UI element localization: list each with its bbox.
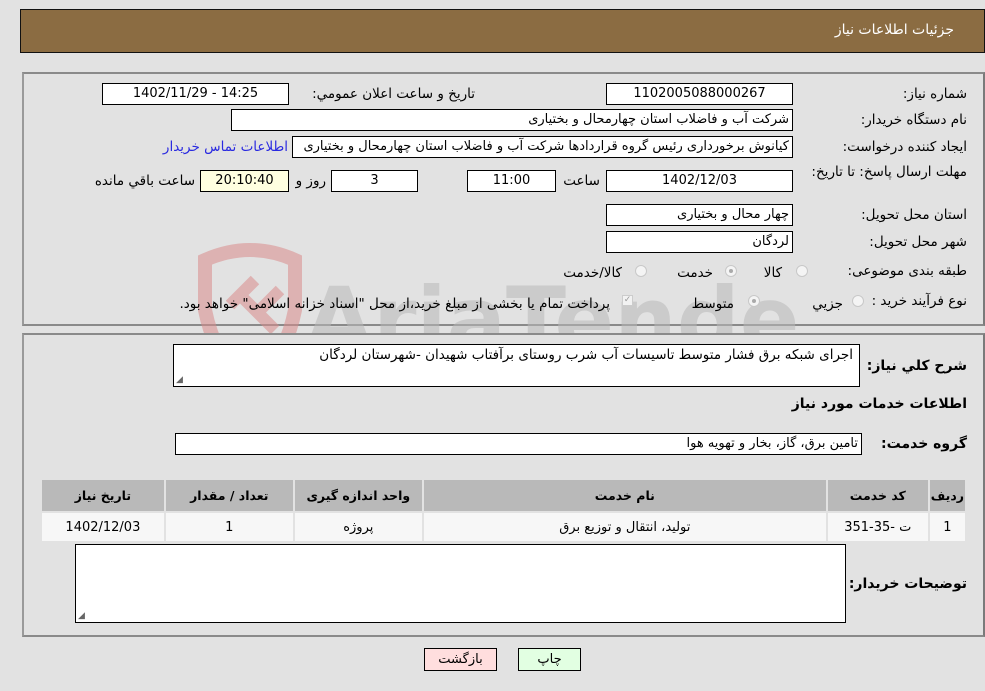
print-button[interactable]: چاپ [518,648,581,671]
time-remaining-label: ساعت باقي مانده [94,173,195,189]
category-option-service: خدمت [677,265,713,281]
treasury-note: پرداخت تمام يا بخشی از مبلغ خريد،از محل … [179,296,610,312]
deadline-time-field: 11:00 [467,170,556,192]
description-textarea[interactable]: اجرای شبکه برق فشار متوسط تاسیسات آب شرب… [173,344,860,387]
col-header-need-date: تاريخ نياز [40,478,166,513]
services-section-title: اطلاعات خدمات مورد نياز [791,396,967,412]
category-option-goods: کالا [763,265,782,281]
services-table: رديف کد خدمت نام خدمت واحد اندازه گيری ت… [40,478,968,543]
col-header-service-code: کد خدمت [825,478,930,513]
need-number-label: شماره نياز: [902,86,967,102]
col-header-row-number: رديف [927,478,968,513]
city-label: شهر محل تحويل: [869,234,967,250]
buyer-org-label: نام دستگاه خريدار: [860,112,967,128]
resize-grip-icon[interactable]: ◢ [176,375,183,385]
description-text: اجرای شبکه برق فشار متوسط تاسیسات آب شرب… [319,347,853,363]
category-radio-service[interactable] [725,265,737,277]
purchase-type-label: نوع فرآيند خريد : [871,293,967,309]
deadline-date-field: 1402/12/03 [606,170,793,192]
requester-label: ايجاد کننده درخواست: [842,139,967,155]
announce-datetime-label: تاريخ و ساعت اعلان عمومي: [312,86,475,102]
cell-quantity: 1 [163,511,295,543]
table-row: 1 ت -35-351 توليد، انتقال و توزيع برق پر… [40,511,968,543]
page-title: جزئيات اطلاعات نياز [834,22,954,38]
service-group-label: گروه خدمت: [881,436,967,452]
requester-field: کیانوش برخورداری رئیس گروه قراردادها شرک… [292,136,793,158]
province-field: چهار محال و بختیاری [606,204,793,226]
cell-service-code: ت -35-351 [825,511,930,543]
time-remaining-field: 20:10:40 [200,170,289,192]
purchase-type-option-medium: متوسط [691,296,734,312]
buyer-notes-label: توضيحات خريدار: [848,576,967,592]
deadline-time-label: ساعت [563,173,600,189]
buyer-contact-link[interactable]: اطلاعات تماس خريدار [163,139,288,155]
cell-unit: پروژه [292,511,424,543]
col-header-service-name: نام خدمت [421,478,828,513]
purchase-type-radio-medium[interactable] [748,295,760,307]
purchase-type-option-minor: جزيي [812,296,843,312]
cell-service-name: توليد، انتقال و توزيع برق [421,511,828,543]
city-field: لردگان [606,231,793,253]
col-header-quantity: تعداد / مقدار [163,478,295,513]
announce-datetime-field: 1402/11/29 - 14:25 [102,83,289,105]
purchase-type-radio-minor[interactable] [852,295,864,307]
category-label: طبقه بندی موضوعی: [847,263,967,279]
deadline-label: مهلت ارسال پاسخ: تا تاريخ: [811,164,967,180]
category-radio-goods-service[interactable] [635,265,647,277]
col-header-unit: واحد اندازه گيری [292,478,424,513]
cell-need-date: 1402/12/03 [40,511,166,543]
buyer-org-field: شرکت آب و فاضلاب استان چهارمحال و بختیار… [231,109,793,131]
days-remaining-field: 3 [331,170,418,192]
buyer-notes-textarea[interactable]: ◢ [75,544,846,623]
days-label: روز و [295,173,326,189]
table-header-row: رديف کد خدمت نام خدمت واحد اندازه گيری ت… [40,478,968,513]
province-label: استان محل تحويل: [861,207,967,223]
need-number-field: 1102005088000267 [606,83,793,105]
category-radio-goods[interactable] [796,265,808,277]
cell-row-number: 1 [927,511,968,543]
page-header: جزئيات اطلاعات نياز [20,9,985,53]
service-group-field: تامين برق، گاز، بخار و تهويه هوا [175,433,862,455]
treasury-checkbox[interactable]: ✓ [622,295,633,306]
category-option-goods-service: کالا/خدمت [563,265,622,281]
resize-grip-icon[interactable]: ◢ [78,611,85,621]
back-button[interactable]: بازگشت [424,648,497,671]
description-label: شرح کلي نياز: [866,358,967,374]
